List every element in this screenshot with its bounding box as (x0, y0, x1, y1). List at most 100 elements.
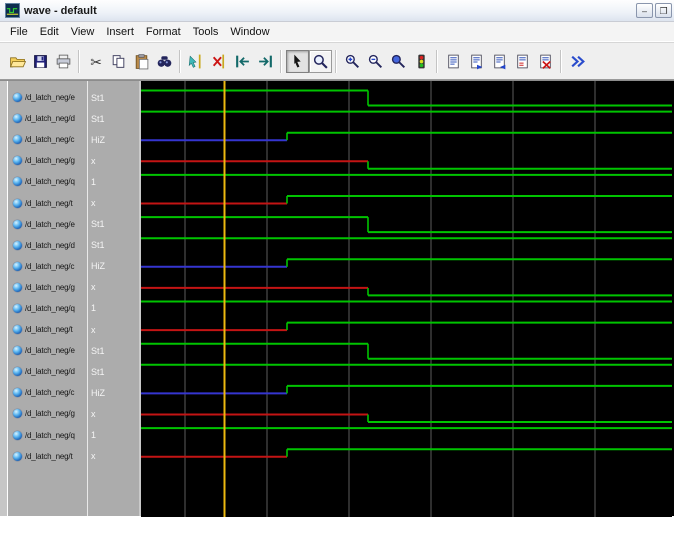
stop-drawing-button[interactable] (410, 50, 433, 73)
bottom-edge-strip (0, 516, 674, 529)
menu-item-tools[interactable]: Tools (187, 24, 225, 40)
menu-bar: File Edit View Insert Format Tools Window (0, 22, 674, 42)
signal-gem-icon (13, 219, 22, 229)
toolbar-group (439, 49, 561, 73)
signal-row[interactable]: /d_latch_neg/t (8, 192, 87, 213)
cut-button[interactable]: ✂ (84, 50, 107, 73)
waveform-panel[interactable] (139, 81, 672, 517)
signal-value-row: St1 (88, 214, 139, 235)
minimize-button[interactable]: – (636, 3, 653, 18)
signal-value-row: x (88, 277, 139, 298)
find-next-transition-button[interactable] (254, 50, 277, 73)
wave-append-icon (517, 54, 528, 68)
signal-name: /d_latch_neg/c (25, 388, 75, 398)
wave-window: wave - default – ❐ File Edit View Insert For… (0, 0, 674, 533)
wave-list-button[interactable] (442, 50, 465, 73)
signal-row[interactable]: /d_latch_neg/d (8, 361, 87, 382)
select-mode-button[interactable] (286, 49, 309, 73)
stop-drawing-icon (418, 54, 425, 68)
signal-row[interactable]: /d_latch_neg/e (8, 214, 87, 235)
zoom-mode-icon (313, 54, 328, 69)
signal-value: HiZ (91, 387, 105, 398)
menu-item-format[interactable]: Format (140, 24, 187, 40)
paste-button[interactable] (130, 50, 153, 73)
wave-export-icon (471, 54, 483, 69)
signal-row[interactable]: /d_latch_neg/d (8, 108, 87, 129)
paste-icon (135, 53, 149, 69)
signal-row[interactable]: /d_latch_neg/d (8, 235, 87, 256)
signal-gem-icon (13, 451, 22, 461)
signal-name: /d_latch_neg/q (25, 177, 75, 187)
maximize-button[interactable]: ❐ (655, 3, 672, 18)
signal-row[interactable]: /d_latch_neg/g (8, 403, 87, 424)
find-next-transition-icon (259, 55, 272, 67)
window-title: wave - default (24, 4, 97, 17)
wave-append-button[interactable] (511, 50, 534, 73)
signal-gem-icon (13, 303, 22, 313)
open-folder-icon (9, 56, 26, 67)
signal-row[interactable]: /d_latch_neg/t (8, 446, 87, 467)
find-previous-transition-icon (236, 55, 249, 67)
copy-button[interactable] (107, 50, 130, 73)
zoom-out-button[interactable] (364, 50, 387, 73)
signal-name: /d_latch_neg/q (25, 303, 75, 313)
signal-value-row: HiZ (88, 382, 139, 403)
signal-name: /d_latch_neg/d (25, 240, 75, 250)
signal-name: /d_latch_neg/g (25, 409, 75, 419)
signal-row[interactable]: /d_latch_neg/c (8, 129, 87, 150)
signal-row[interactable]: /d_latch_neg/e (8, 340, 87, 361)
signal-gem-icon (13, 346, 22, 356)
menu-item-edit[interactable]: Edit (34, 24, 65, 40)
zoom-mode-button[interactable] (309, 49, 332, 73)
waveform-canvas[interactable] (141, 81, 672, 517)
find-previous-transition-button[interactable] (231, 50, 254, 73)
save-button[interactable] (29, 50, 52, 73)
menu-item-file[interactable]: File (4, 24, 34, 40)
signal-name: /d_latch_neg/q (25, 430, 75, 440)
signal-gem-icon (13, 282, 22, 292)
insert-cursor-button[interactable] (185, 50, 208, 73)
signal-row[interactable]: /d_latch_neg/g (8, 277, 87, 298)
open-folder-button[interactable] (6, 50, 29, 73)
signal-value-row: x (88, 192, 139, 213)
signal-row[interactable]: /d_latch_neg/c (8, 256, 87, 277)
menu-item-insert[interactable]: Insert (100, 24, 140, 40)
signal-value: 1 (91, 430, 97, 441)
toolbar-group (563, 50, 592, 73)
signal-value: St1 (91, 240, 105, 251)
signal-name: /d_latch_neg/e (25, 219, 75, 229)
signal-name: /d_latch_neg/c (25, 261, 75, 271)
zoom-full-button[interactable] (387, 50, 410, 73)
title-bar[interactable]: wave - default – ❐ (0, 0, 674, 22)
menu-item-window[interactable]: Window (224, 24, 275, 40)
copy-icon (112, 54, 125, 68)
wave-export-button[interactable] (465, 50, 488, 73)
signal-row[interactable]: /d_latch_neg/t (8, 319, 87, 340)
signal-row[interactable]: /d_latch_neg/e (8, 87, 87, 108)
signal-value: St1 (91, 345, 105, 356)
save-icon (34, 54, 47, 68)
signal-value-row: HiZ (88, 256, 139, 277)
zoom-in-button[interactable] (341, 50, 364, 73)
find-button[interactable] (153, 50, 176, 73)
delete-cursor-button[interactable] (208, 50, 231, 73)
wave-delete-button[interactable] (534, 50, 557, 73)
signal-row[interactable]: /d_latch_neg/q (8, 298, 87, 319)
signal-gem-icon (13, 198, 22, 208)
signal-value-row: x (88, 150, 139, 171)
signal-row[interactable]: /d_latch_neg/c (8, 382, 87, 403)
signal-name: /d_latch_neg/c (25, 135, 75, 145)
signal-value-row: St1 (88, 340, 139, 361)
wave-delete-icon (540, 54, 551, 69)
signal-name: /d_latch_neg/e (25, 346, 75, 356)
signal-row[interactable]: /d_latch_neg/q (8, 425, 87, 446)
menu-item-view[interactable]: View (65, 24, 101, 40)
signal-gem-icon (13, 93, 22, 103)
signal-row[interactable]: /d_latch_neg/g (8, 150, 87, 171)
left-edge-strip (0, 81, 8, 516)
signal-row[interactable]: /d_latch_neg/q (8, 171, 87, 192)
wave-import-button[interactable] (488, 50, 511, 73)
advance-arrows-button[interactable] (566, 50, 589, 73)
print-button[interactable] (52, 50, 75, 73)
signal-gem-icon (13, 367, 22, 377)
